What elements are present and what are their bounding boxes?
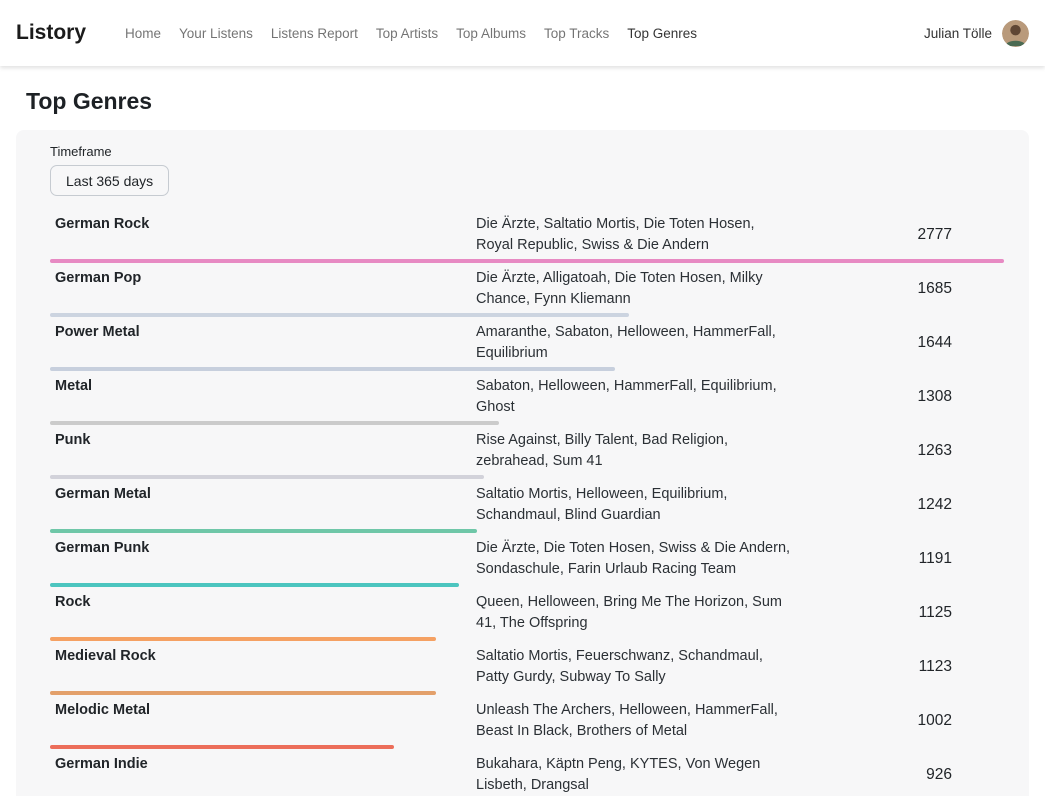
brand-logo[interactable]: Listory [16, 21, 86, 45]
user-name[interactable]: Julian Tölle [924, 26, 992, 41]
genre-count: 1263 [794, 430, 1004, 472]
nav-link-top-tracks[interactable]: Top Tracks [535, 18, 618, 49]
genre-artists: Saltatio Mortis, Helloween, Equilibrium,… [476, 484, 794, 526]
genre-row: Melodic Metal Unleash The Archers, Hello… [50, 695, 1004, 749]
genre-artists: Saltatio Mortis, Feuerschwanz, Schandmau… [476, 646, 794, 688]
genre-artists: Amaranthe, Sabaton, Helloween, HammerFal… [476, 322, 794, 364]
genre-name: German Indie [50, 754, 476, 796]
page-title: Top Genres [26, 88, 1029, 115]
genre-count: 1242 [794, 484, 1004, 526]
genre-row: Medieval Rock Saltatio Mortis, Feuerschw… [50, 641, 1004, 695]
genre-artists: Unleash The Archers, Helloween, HammerFa… [476, 700, 794, 742]
genre-count: 1002 [794, 700, 1004, 742]
genre-count: 1308 [794, 376, 1004, 418]
user-avatar[interactable] [1002, 20, 1029, 47]
top-genres-card: Timeframe Last 365 days German Rock Die … [16, 130, 1029, 796]
genre-name: Melodic Metal [50, 700, 476, 742]
nav-link-home[interactable]: Home [116, 18, 170, 49]
genre-count: 1125 [794, 592, 1004, 634]
genre-table: German Rock Die Ärzte, Saltatio Mortis, … [50, 209, 1004, 796]
nav-links: HomeYour ListensListens ReportTop Artist… [116, 18, 706, 49]
genre-artists: Bukahara, Käptn Peng, KYTES, Von Wegen L… [476, 754, 794, 796]
genre-row: Rock Queen, Helloween, Bring Me The Hori… [50, 587, 1004, 641]
genre-row: German Punk Die Ärzte, Die Toten Hosen, … [50, 533, 1004, 587]
genre-name: German Punk [50, 538, 476, 580]
nav-link-top-artists[interactable]: Top Artists [367, 18, 447, 49]
navbar: Listory HomeYour ListensListens ReportTo… [0, 0, 1045, 66]
timeframe-select[interactable]: Last 365 days [50, 165, 169, 196]
genre-artists: Die Ärzte, Die Toten Hosen, Swiss & Die … [476, 538, 794, 580]
genre-name: Rock [50, 592, 476, 634]
genre-count: 1644 [794, 322, 1004, 364]
genre-row: German Pop Die Ärzte, Alligatoah, Die To… [50, 263, 1004, 317]
genre-count: 1123 [794, 646, 1004, 688]
nav-link-your-listens[interactable]: Your Listens [170, 18, 262, 49]
nav-link-listens-report[interactable]: Listens Report [262, 18, 367, 49]
timeframe-label: Timeframe [50, 144, 1004, 159]
genre-row: German Metal Saltatio Mortis, Helloween,… [50, 479, 1004, 533]
user-avatar-image [1002, 20, 1029, 47]
genre-artists: Sabaton, Helloween, HammerFall, Equilibr… [476, 376, 794, 418]
genre-artists: Die Ärzte, Saltatio Mortis, Die Toten Ho… [476, 214, 794, 256]
genre-count: 1191 [794, 538, 1004, 580]
genre-name: German Rock [50, 214, 476, 256]
genre-row: Punk Rise Against, Billy Talent, Bad Rel… [50, 425, 1004, 479]
user-menu: Julian Tölle [924, 20, 1029, 47]
timeframe-section: Timeframe Last 365 days [50, 144, 1004, 209]
genre-row: German Indie Bukahara, Käptn Peng, KYTES… [50, 749, 1004, 796]
genre-name: German Pop [50, 268, 476, 310]
genre-name: Medieval Rock [50, 646, 476, 688]
genre-name: Power Metal [50, 322, 476, 364]
genre-count: 2777 [794, 214, 1004, 256]
genre-row: German Rock Die Ärzte, Saltatio Mortis, … [50, 209, 1004, 263]
genre-count: 1685 [794, 268, 1004, 310]
genre-artists: Die Ärzte, Alligatoah, Die Toten Hosen, … [476, 268, 794, 310]
genre-artists: Queen, Helloween, Bring Me The Horizon, … [476, 592, 794, 634]
genre-artists: Rise Against, Billy Talent, Bad Religion… [476, 430, 794, 472]
genre-row: Power Metal Amaranthe, Sabaton, Hellowee… [50, 317, 1004, 371]
genre-count: 926 [794, 754, 1004, 796]
nav-link-top-genres[interactable]: Top Genres [618, 18, 706, 49]
main-content: Top Genres Timeframe Last 365 days Germa… [0, 88, 1045, 796]
genre-name: German Metal [50, 484, 476, 526]
nav-link-top-albums[interactable]: Top Albums [447, 18, 535, 49]
genre-name: Punk [50, 430, 476, 472]
genre-row: Metal Sabaton, Helloween, HammerFall, Eq… [50, 371, 1004, 425]
genre-name: Metal [50, 376, 476, 418]
